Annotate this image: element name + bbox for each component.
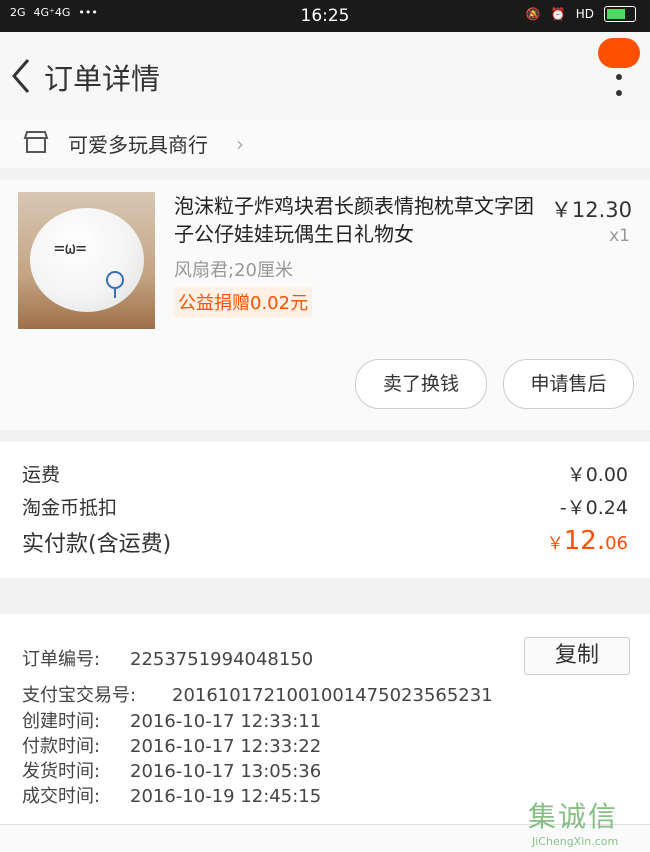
shipping-value: ￥0.00 xyxy=(566,464,628,486)
alarm-icon: ⏰ xyxy=(550,7,566,21)
total-value: ￥12.06 xyxy=(547,526,628,556)
order-item-card[interactable]: =ω= 泡沫粒子炸鸡块君长颜表情抱枕草文字团子公仔娃娃玩偶生日礼物女 ￥12.3… xyxy=(0,180,650,430)
copy-button[interactable]: 复制 xyxy=(524,637,630,675)
mute-bell-icon: 🔕 xyxy=(525,7,541,21)
completed-row: 成交时间: 2016-10-19 12:45:15 xyxy=(22,782,321,808)
fee-summary: 运费 ￥0.00 淘金币抵扣 -￥0.24 实付款(含运费) ￥12.06 xyxy=(0,442,650,578)
page-title: 订单详情 xyxy=(44,62,161,96)
order-number-label: 订单编号: xyxy=(22,649,101,670)
nav-bar: 订单详情 xyxy=(0,32,650,120)
sell-button[interactable]: 卖了换钱 xyxy=(355,359,487,409)
shipped-row: 发货时间: 2016-10-17 13:05:36 xyxy=(22,757,321,783)
message-badge-icon xyxy=(598,38,640,68)
product-thumbnail[interactable]: =ω= xyxy=(18,192,155,329)
more-menu-button[interactable] xyxy=(596,38,642,118)
completed-label: 成交时间: xyxy=(22,786,101,807)
completed-time: 2016-10-19 12:45:15 xyxy=(130,786,322,807)
total-currency: ￥ xyxy=(546,534,564,554)
total-label: 实付款(含运费) xyxy=(22,532,172,557)
alipay-label: 支付宝交易号: xyxy=(22,685,137,706)
fan-icon xyxy=(106,271,124,298)
shipped-label: 发货时间: xyxy=(22,761,101,782)
alipay-number: 2016101721001001475023565231 xyxy=(172,685,493,706)
watermark-text: 集诚信 xyxy=(528,800,619,833)
paid-label: 付款时间: xyxy=(22,736,101,757)
hd-call-icon: HD xyxy=(575,7,594,21)
product-price: ￥12.30 xyxy=(550,198,632,222)
alipay-row: 支付宝交易号: 2016101721001001475023565231 xyxy=(22,681,493,707)
chevron-right-icon: › xyxy=(236,132,244,156)
store-icon xyxy=(23,131,49,153)
charity-tag: 公益捐赠0.02元 xyxy=(174,287,313,317)
created-time: 2016-10-17 12:33:11 xyxy=(130,711,322,732)
shipped-time: 2016-10-17 13:05:36 xyxy=(130,761,322,782)
after-sale-button[interactable]: 申请售后 xyxy=(503,359,634,409)
shipping-label: 运费 xyxy=(22,464,61,486)
more-dot-icon xyxy=(616,90,622,96)
total-decimal: 06 xyxy=(605,533,628,554)
product-spec: 风扇君;20厘米 xyxy=(174,260,293,281)
battery-icon xyxy=(604,6,636,22)
paid-time: 2016-10-17 12:33:22 xyxy=(130,736,322,757)
coin-deduction-label: 淘金币抵扣 xyxy=(22,497,118,519)
shop-name: 可爱多玩具商行 xyxy=(68,133,208,157)
total-integer: 12. xyxy=(563,526,606,556)
order-number: 2253751994048150 xyxy=(130,649,314,670)
paid-row: 付款时间: 2016-10-17 12:33:22 xyxy=(22,732,321,758)
order-info: 订单编号: 2253751994048150 复制 支付宝交易号: 20161017… xyxy=(0,614,650,824)
created-row: 创建时间: 2016-10-17 12:33:11 xyxy=(22,707,321,733)
watermark-logo: 集诚信 JiChengXin.com xyxy=(528,795,640,851)
product-quantity: x1 xyxy=(609,226,630,246)
coin-deduction-value: -￥0.24 xyxy=(559,497,628,519)
created-label: 创建时间: xyxy=(22,711,101,732)
product-title[interactable]: 泡沫粒子炸鸡块君长颜表情抱枕草文字团子公仔娃娃玩偶生日礼物女 xyxy=(174,192,534,248)
plush-face-text: =ω= xyxy=(54,238,87,259)
order-number-row: 订单编号: 2253751994048150 xyxy=(22,645,313,671)
watermark-url: JiChengXin.com xyxy=(532,835,619,848)
more-dot-icon xyxy=(616,74,622,80)
status-bar: 2G 4G⁺4G ••• 16:25 🔕 ⏰ HD xyxy=(0,0,650,32)
shop-row[interactable]: 可爱多玩具商行 › xyxy=(0,120,650,168)
back-arrow-icon[interactable] xyxy=(6,54,36,98)
